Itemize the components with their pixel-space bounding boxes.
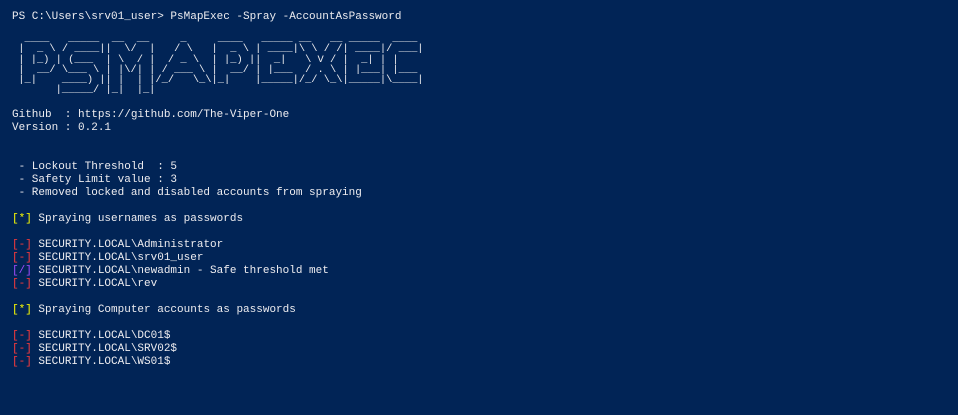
removed-accounts-line: - Removed locked and disabled accounts f… [12, 186, 362, 199]
fail-tag: [-] [12, 277, 32, 290]
fail-tag: [-] [12, 251, 32, 264]
section-heading-text: Spraying usernames as passwords [31, 212, 244, 225]
psmapexec-ascii-banner: ____ _____ __ __ _ ____ _____ __ __ ____… [18, 33, 424, 97]
result-row: [-] SECURITY.LOCAL\srv01_user [12, 252, 958, 265]
section-heading-text: Spraying Computer accounts as passwords [31, 303, 296, 316]
section-heading-usernames: [*] Spraying usernames as passwords [12, 213, 958, 226]
result-row: [-] SECURITY.LOCAL\DC01$ [12, 330, 958, 343]
result-row: [/] SECURITY.LOCAL\newadmin - Safe thres… [12, 265, 958, 278]
terminal-window[interactable]: PS C:\Users\srv01_user> PsMapExec -Spray… [0, 0, 958, 415]
lockout-threshold-line: - Lockout Threshold : 5 [12, 160, 178, 173]
info-tag: [*] [12, 212, 32, 225]
result-row: [-] SECURITY.LOCAL\Administrator [12, 239, 958, 252]
result-account: SECURITY.LOCAL\SRV02$ [31, 342, 178, 355]
result-account: SECURITY.LOCAL\rev [31, 277, 158, 290]
command-prompt-line: PS C:\Users\srv01_user> PsMapExec -Spray… [12, 11, 402, 23]
version-info-line: Version : 0.2.1 [12, 121, 112, 134]
fail-tag: [-] [12, 238, 32, 251]
result-row: [-] SECURITY.LOCAL\WS01$ [12, 356, 958, 369]
result-row: [-] SECURITY.LOCAL\rev [12, 278, 958, 291]
fail-tag: [-] [12, 342, 32, 355]
fail-tag: [-] [12, 355, 32, 368]
result-account: SECURITY.LOCAL\Administrator [31, 238, 224, 251]
info-tag: [*] [12, 303, 32, 316]
safety-limit-line: - Safety Limit value : 3 [12, 173, 178, 186]
success-tag: [/] [12, 264, 32, 277]
result-account: SECURITY.LOCAL\DC01$ [31, 329, 171, 342]
result-row: [-] SECURITY.LOCAL\SRV02$ [12, 343, 958, 356]
section-heading-computers: [*] Spraying Computer accounts as passwo… [12, 304, 958, 317]
result-account: SECURITY.LOCAL\WS01$ [31, 355, 171, 368]
fail-tag: [-] [12, 329, 32, 342]
result-account: SECURITY.LOCAL\srv01_user [31, 251, 204, 264]
result-account: SECURITY.LOCAL\newadmin - Safe threshold… [31, 264, 329, 277]
github-info-line: Github : https://github.com/The-Viper-On… [12, 108, 290, 121]
